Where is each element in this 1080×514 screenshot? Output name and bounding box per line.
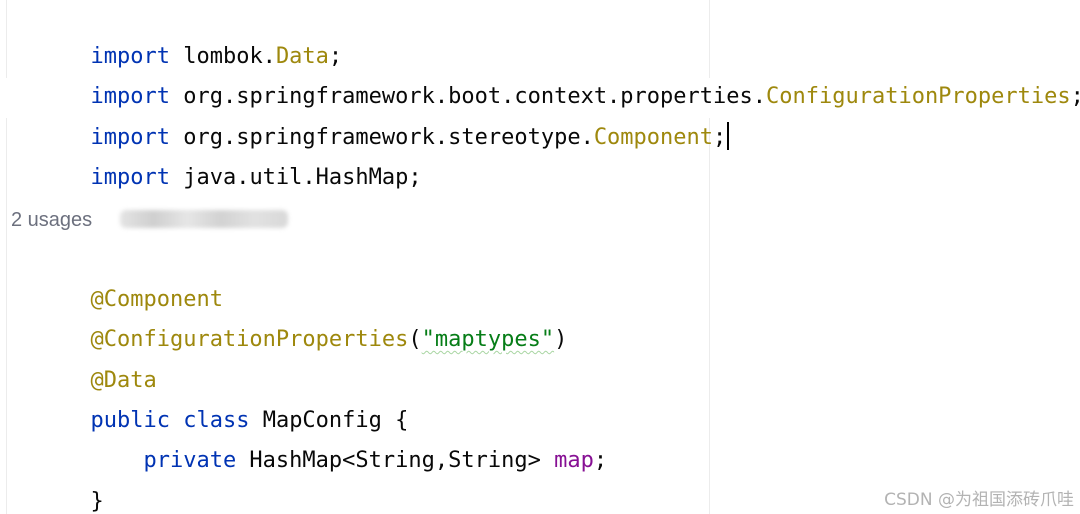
semicolon-token: ;: [593, 448, 608, 473]
semicolon-token: ;: [713, 125, 727, 150]
brace-token: }: [90, 489, 104, 514]
watermark: CSDN @为祖国添砖爪哇: [884, 490, 1074, 510]
usages-inlay-hint[interactable]: 2 usages: [11, 200, 289, 240]
package-token: java.util.HashMap;: [169, 165, 422, 190]
code-line-import-component[interactable]: import org.springframework.stereotype.Co…: [11, 78, 730, 150]
string-literal-token[interactable]: "maptypes": [422, 327, 554, 352]
code-line-field-declaration[interactable]: private HashMap<String,String> map;: [11, 401, 607, 473]
keyword-token: private: [143, 448, 237, 473]
code-line-import-lombok[interactable]: import lombok.Data;: [11, 0, 342, 69]
code-line-configuration-properties-annotation[interactable]: @ConfigurationProperties("maptypes"): [11, 280, 567, 352]
code-line-component-annotation[interactable]: @Component: [11, 240, 222, 312]
paren-token: (: [408, 327, 422, 352]
code-line-closing-brace[interactable]: }: [11, 442, 103, 514]
keyword-token: import: [90, 165, 170, 190]
code-line-import-configuration-properties[interactable]: import org.springframework.boot.context.…: [11, 37, 1080, 109]
class-ref-token[interactable]: ConfigurationProperties: [766, 84, 1071, 109]
semicolon-token: ;: [1071, 84, 1080, 109]
field-name-token[interactable]: map: [554, 448, 594, 473]
author-hint-blurred: [120, 209, 289, 228]
code-line-import-hashmap[interactable]: import java.util.HashMap;: [11, 118, 421, 190]
code-line-data-annotation[interactable]: @Data: [11, 321, 156, 393]
text-caret: [727, 122, 730, 150]
type-token[interactable]: HashMap<String,String>: [236, 448, 554, 473]
class-ref-token[interactable]: Component: [594, 125, 713, 150]
code-editor[interactable]: import lombok.Data; import org.springfra…: [0, 0, 1080, 514]
paren-token: ): [554, 327, 568, 352]
usages-count[interactable]: 2 usages: [11, 209, 92, 231]
code-line-class-declaration[interactable]: public class MapConfig {: [11, 361, 408, 433]
